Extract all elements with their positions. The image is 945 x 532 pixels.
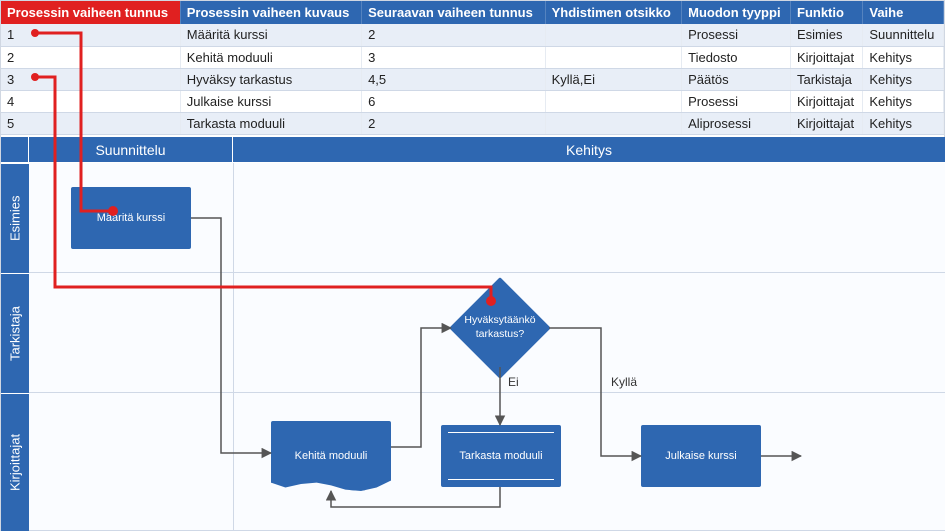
swimlane-corner (1, 137, 29, 163)
cell-conn (545, 90, 682, 112)
cell-next: 2 (362, 24, 546, 46)
cell-id: 3 (1, 68, 180, 90)
lane-header-esimies: Esimies (1, 163, 29, 273)
cell-next: 3 (362, 46, 546, 68)
cell-phase: Kehitys (863, 90, 944, 112)
cell-type: Päätös (682, 68, 791, 90)
cell-conn (545, 46, 682, 68)
cell-desc: Hyväksy tarkastus (180, 68, 361, 90)
cell-id: 2 (1, 46, 180, 68)
cell-id: 1 (1, 24, 180, 46)
cell-conn (545, 24, 682, 46)
shape-tarkasta-moduuli[interactable]: Tarkasta moduuli (441, 425, 561, 487)
phase-divider (233, 163, 234, 531)
decision-text: Hyväksytäänkö tarkastus? (464, 314, 535, 341)
cell-id: 4 (1, 90, 180, 112)
cell-desc: Määritä kurssi (180, 24, 361, 46)
cell-conn: Kyllä,Ei (545, 68, 682, 90)
phase-header-kehitys: Kehitys (233, 137, 945, 163)
cell-phase: Kehitys (863, 46, 944, 68)
cell-next: 4,5 (362, 68, 546, 90)
cell-phase: Kehitys (863, 112, 944, 134)
cell-conn (545, 112, 682, 134)
edge-label-ei: Ei (508, 375, 519, 389)
table-row: 3 Hyväksy tarkastus 4,5 Kyllä,Ei Päätös … (1, 68, 944, 90)
process-table: Prosessin vaiheen tunnus Prosessin vaihe… (1, 1, 944, 135)
table-row: 4 Julkaise kurssi 6 Prosessi Kirjoittaja… (1, 90, 944, 112)
shape-kehita-moduuli[interactable]: Kehitä moduuli (271, 421, 391, 491)
col-connector-title: Yhdistimen otsikko (545, 1, 682, 24)
cell-func: Esimies (791, 24, 863, 46)
col-function: Funktio (791, 1, 863, 24)
col-phase: Vaihe (863, 1, 944, 24)
col-process-step-desc: Prosessin vaiheen kuvaus (180, 1, 361, 24)
col-shape-type: Muodon tyyppi (682, 1, 791, 24)
lane-header-kirjoittajat: Kirjoittajat (1, 393, 29, 531)
table-header: Prosessin vaiheen tunnus Prosessin vaihe… (1, 1, 944, 24)
cell-next: 6 (362, 90, 546, 112)
swimlane-diagram: Suunnittelu Kehitys Esimies Tarkistaja K… (1, 137, 945, 531)
table-row: 5 Tarkasta moduuli 2 Aliprosessi Kirjoit… (1, 112, 944, 134)
cell-desc: Kehitä moduuli (180, 46, 361, 68)
cell-func: Kirjoittajat (791, 90, 863, 112)
cell-phase: Kehitys (863, 68, 944, 90)
col-process-step-id: Prosessin vaiheen tunnus (1, 1, 180, 24)
cell-type: Prosessi (682, 24, 791, 46)
shape-julkaise-kurssi[interactable]: Julkaise kurssi (641, 425, 761, 487)
table-row: 2 Kehitä moduuli 3 Tiedosto Kirjoittajat… (1, 46, 944, 68)
cell-type: Tiedosto (682, 46, 791, 68)
cell-desc: Tarkasta moduuli (180, 112, 361, 134)
phase-header-suunnittelu: Suunnittelu (29, 137, 233, 163)
cell-func: Kirjoittajat (791, 46, 863, 68)
cell-type: Prosessi (682, 90, 791, 112)
cell-phase: Suunnittelu (863, 24, 944, 46)
subprocess-text: Tarkasta moduuli (459, 449, 542, 463)
table-row: 1 Määritä kurssi 2 Prosessi Esimies Suun… (1, 24, 944, 46)
lane-header-tarkistaja: Tarkistaja (1, 273, 29, 393)
cell-next: 2 (362, 112, 546, 134)
cell-desc: Julkaise kurssi (180, 90, 361, 112)
cell-id: 5 (1, 112, 180, 134)
shape-maarita-kurssi[interactable]: Määritä kurssi (71, 187, 191, 249)
cell-func: Tarkistaja (791, 68, 863, 90)
col-next-step-id: Seuraavan vaiheen tunnus (362, 1, 546, 24)
edge-label-kylla: Kyllä (611, 375, 637, 389)
cell-type: Aliprosessi (682, 112, 791, 134)
cell-func: Kirjoittajat (791, 112, 863, 134)
